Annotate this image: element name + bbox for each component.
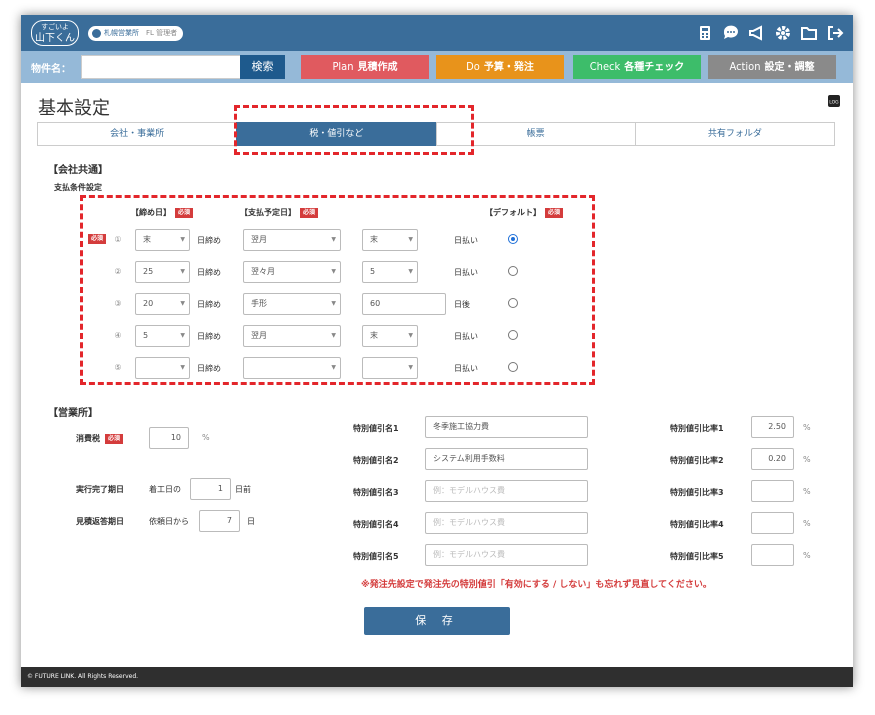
discount-name-label: 特別値引名5 [353,552,399,561]
app-window: すごいよ 山下くん 札幌営業所 FL 管理者 物件名： 検索 Plan 見積作成… [21,15,853,687]
check-button-jp: 各種チェック [624,62,685,73]
action-button-en: Action [729,60,761,73]
log-label: LOG [829,100,839,106]
discount-rate-input[interactable] [751,512,794,534]
plan-button[interactable]: Plan 見積作成 [301,55,429,79]
payment-terms-label: 支払条件設定 [54,183,102,192]
office-name: 札幌営業所 [104,29,139,37]
plan-button-jp: 見積作成 [357,62,398,73]
property-name-input[interactable] [81,55,261,79]
reply-deadline-label: 見積返答期日 [76,517,124,526]
discount-name-label: 特別値引名4 [353,520,399,529]
top-icons [695,23,845,43]
action-button-jp: 設定・調整 [764,62,815,73]
consumption-tax-input[interactable]: 10 [149,427,189,449]
logout-icon[interactable] [825,23,845,43]
rate-unit: % [803,487,811,496]
discount-name-label: 特別値引名2 [353,456,399,465]
gear-icon[interactable] [773,23,793,43]
discount-rate-input[interactable]: 2.50 [751,416,794,438]
check-button-en: Check [589,60,621,73]
completion-days-input[interactable]: 1 [190,478,231,500]
required-badge: 必須 [105,433,124,444]
discount-rate-label: 特別値引比率2 [670,456,724,465]
discount-rate-input[interactable] [751,480,794,502]
office-heading: 【営業所】 [48,408,98,419]
tab-company[interactable]: 会社・事業所 [37,122,238,146]
logo-name: 山下くん [35,33,75,44]
logo-tagline: すごいよ [41,23,69,31]
company-heading: 【会社共通】 [48,165,108,176]
property-name-label: 物件名： [31,64,71,75]
folder-icon[interactable] [799,23,819,43]
discount-name-label: 特別値引名1 [353,424,399,433]
discount-rate-input[interactable] [751,544,794,566]
discount-name-input[interactable]: 例：モデルハウス費 [425,480,588,502]
plan-button-en: Plan [332,60,354,73]
discount-rate-label: 特別値引比率4 [670,520,724,529]
top-bar: すごいよ 山下くん 札幌営業所 FL 管理者 [21,15,853,51]
user-icon [92,29,101,38]
user-role: FL 管理者 [146,29,178,37]
save-button[interactable]: 保 存 [364,607,510,635]
tab-highlight-frame [234,105,474,155]
discount-rate-input[interactable]: 0.20 [751,448,794,470]
reply-suffix: 日 [247,517,255,526]
consumption-tax-text: 消費税 [76,434,100,443]
rate-unit: % [803,519,811,528]
log-icon[interactable]: LOG [827,93,841,112]
completion-prefix: 着工日の [149,485,181,494]
discount-name-input[interactable]: 例：モデルハウス費 [425,512,588,534]
rate-unit: % [803,551,811,560]
page-title: 基本設定 [38,98,110,119]
search-button[interactable]: 検索 [240,55,285,79]
do-button-en: Do [466,60,480,73]
discount-rate-label: 特別値引比率5 [670,552,724,561]
discount-rate-label: 特別値引比率1 [670,424,724,433]
search-bar: 物件名： 検索 Plan 見積作成 Do 予算・発注 Check 各種チェック Act… [21,51,853,83]
app-logo[interactable]: すごいよ 山下くん [31,20,79,46]
megaphone-icon[interactable] [747,23,767,43]
do-button[interactable]: Do 予算・発注 [436,55,564,79]
payment-terms-highlight-frame [80,195,595,385]
reply-prefix: 依頼日から [149,517,189,526]
action-button[interactable]: Action 設定・調整 [708,55,836,79]
discount-name-input[interactable]: 冬季施工協力費 [425,416,588,438]
check-button[interactable]: Check 各種チェック [573,55,701,79]
completion-suffix: 日前 [235,485,251,494]
footer-copyright: © FUTURE LINK. All Rights Reserved. [21,667,853,687]
rate-unit: % [803,423,811,432]
discount-notice: ※発注先設定で発注先の特別値引「有効にする / しない」も忘れず見直してください… [361,580,712,590]
discount-name-input[interactable]: システム利用手数料 [425,448,588,470]
office-badge: 札幌営業所 FL 管理者 [88,26,184,41]
rate-unit: % [803,455,811,464]
completion-deadline-label: 実行完了期日 [76,485,124,494]
chat-icon[interactable] [721,23,741,43]
tab-shared-folder[interactable]: 共有フォルダ [634,122,835,146]
consumption-tax-label: 消費税 必須 [76,433,124,444]
discount-rate-label: 特別値引比率3 [670,488,724,497]
reply-days-input[interactable]: 7 [199,510,240,532]
calculator-icon[interactable] [695,23,715,43]
discount-name-input[interactable]: 例：モデルハウス費 [425,544,588,566]
do-button-jp: 予算・発注 [483,62,534,73]
tax-unit: % [202,433,210,442]
discount-name-label: 特別値引名3 [353,488,399,497]
